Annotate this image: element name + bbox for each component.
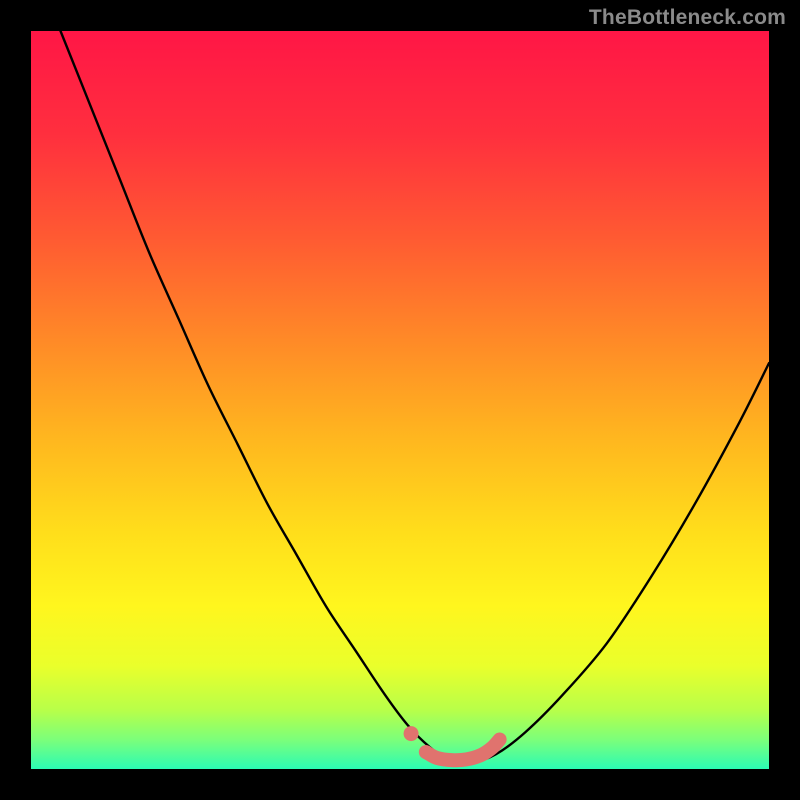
outer-frame: TheBottleneck.com (0, 0, 800, 800)
chart-overlay (31, 31, 769, 769)
plot-area (31, 31, 769, 769)
watermark-text: TheBottleneck.com (589, 6, 786, 30)
highlight-stroke (426, 739, 500, 760)
bottleneck-curve (61, 31, 769, 763)
highlight-dot (404, 726, 419, 741)
